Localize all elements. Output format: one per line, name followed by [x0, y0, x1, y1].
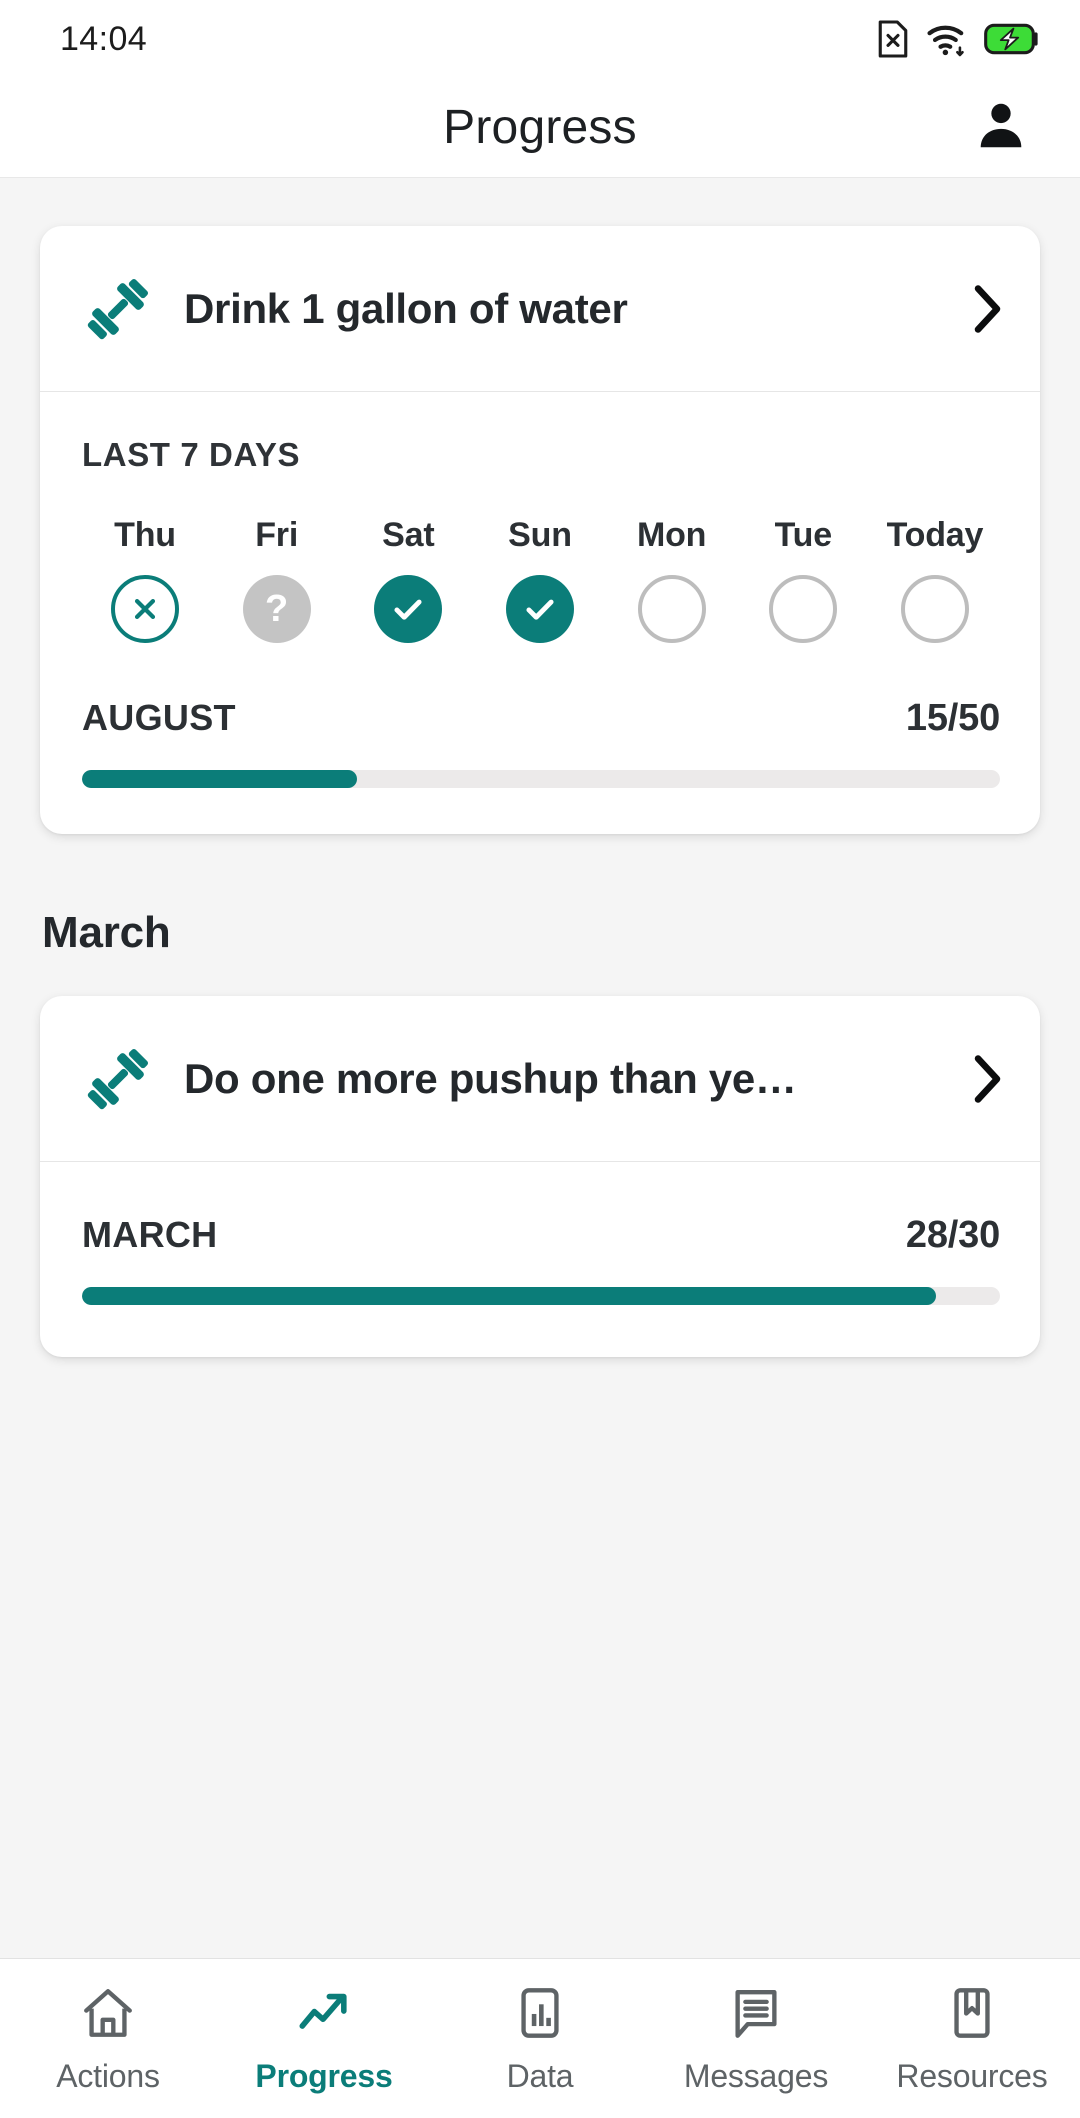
- bar-chart-icon: [511, 1982, 569, 2044]
- progress-bar: [82, 770, 1000, 788]
- day-mon[interactable]: Mon: [611, 516, 733, 643]
- day-sat[interactable]: Sat: [347, 516, 469, 643]
- progress-bar-fill: [82, 1287, 936, 1305]
- week-label: LAST 7 DAYS: [82, 436, 301, 473]
- week-days: Thu Fri ? Sat Sun Mon Tue Today: [82, 516, 1000, 643]
- day-label: Sun: [508, 516, 572, 554]
- day-label: Mon: [636, 516, 707, 554]
- battery-charging-icon: [984, 22, 1040, 56]
- month-summary: MARCH 28/30: [82, 1214, 1000, 1257]
- month-count: 28/30: [905, 1214, 1000, 1256]
- day-status-empty: [900, 575, 969, 643]
- goal-card-body: LAST 7 DAYS Thu Fri ? Sat Sun Mon Tue To…: [40, 392, 1040, 834]
- nav-label: Data: [506, 2058, 574, 2094]
- trending-up-icon: [295, 1982, 353, 2044]
- day-label: Fri: [255, 516, 299, 554]
- month-summary: AUGUST 15/50: [82, 697, 1000, 740]
- day-tue[interactable]: Tue: [742, 516, 864, 643]
- person-icon: [972, 96, 1030, 159]
- month-label: MARCH: [82, 1214, 218, 1255]
- goal-card-header[interactable]: Drink 1 gallon of water: [40, 226, 1040, 392]
- nav-label: Resources: [896, 2058, 1048, 2094]
- page-title: Progress: [443, 101, 637, 154]
- nav-item-data[interactable]: Data: [432, 1959, 648, 2118]
- x-icon: [134, 598, 156, 620]
- day-thu[interactable]: Thu: [84, 516, 206, 643]
- app-screen: 14:04 Progress Drink 1 gallon of water L…: [0, 0, 1080, 2118]
- progress-bar-fill: [82, 770, 358, 788]
- month-count: 15/50: [905, 697, 1000, 739]
- nav-label: Progress: [255, 2058, 393, 2094]
- nav-label: Messages: [683, 2058, 829, 2094]
- goal-card: Drink 1 gallon of water LAST 7 DAYS Thu: [40, 226, 1040, 834]
- check-icon: [526, 599, 554, 620]
- day-label: Today: [886, 516, 984, 554]
- dumbbell-icon: [80, 271, 156, 347]
- status-icons: [876, 19, 1040, 59]
- sim-card-missing-icon: [876, 19, 910, 59]
- account-button[interactable]: [968, 95, 1034, 161]
- group-title-march: March: [42, 908, 171, 957]
- chat-icon: [727, 1982, 785, 2044]
- goal-card-body: MARCH 28/30: [40, 1162, 1040, 1357]
- status-bar: 14:04: [0, 0, 1080, 78]
- day-label: Thu: [114, 516, 176, 554]
- nav-label: Actions: [56, 2058, 160, 2094]
- nav-item-progress[interactable]: Progress: [216, 1959, 432, 2118]
- day-status-unknown: ?: [242, 575, 311, 643]
- goal-card: Do one more pushup than ye… MARCH 28/30: [40, 996, 1040, 1357]
- day-label: Tue: [774, 516, 833, 554]
- goal-title: Do one more pushup than ye…: [184, 1054, 797, 1102]
- day-status-missed: [111, 575, 179, 643]
- nav-item-resources[interactable]: Resources: [864, 1959, 1080, 2118]
- day-status-empty: [637, 575, 706, 643]
- nav-item-actions[interactable]: Actions: [0, 1959, 216, 2118]
- check-icon: [394, 599, 422, 620]
- day-fri[interactable]: Fri ?: [216, 516, 338, 643]
- nav-item-messages[interactable]: Messages: [648, 1959, 864, 2118]
- app-bar: Progress: [0, 78, 1080, 178]
- day-sun[interactable]: Sun: [479, 516, 601, 643]
- wifi-icon: [926, 19, 968, 59]
- status-time: 14:04: [60, 19, 148, 58]
- progress-list: Drink 1 gallon of water LAST 7 DAYS Thu: [0, 178, 1080, 1958]
- bookmark-icon: [943, 1982, 1001, 2044]
- chevron-right-icon[interactable]: [954, 1054, 1004, 1104]
- day-status-done: [505, 575, 574, 643]
- day-status-done: [374, 575, 443, 643]
- chevron-right-icon[interactable]: [954, 284, 1004, 334]
- goal-title: Drink 1 gallon of water: [184, 284, 628, 332]
- day-label: Sat: [382, 516, 435, 554]
- day-status-empty: [769, 575, 838, 643]
- progress-bar: [82, 1287, 1000, 1305]
- dumbbell-icon: [80, 1041, 156, 1117]
- day-today[interactable]: Today: [874, 516, 996, 643]
- bottom-navigation: Actions Progress Data Messages Resources: [0, 1958, 1080, 2118]
- month-label: AUGUST: [82, 697, 236, 738]
- home-icon: [79, 1982, 137, 2044]
- goal-card-header[interactable]: Do one more pushup than ye…: [40, 996, 1040, 1162]
